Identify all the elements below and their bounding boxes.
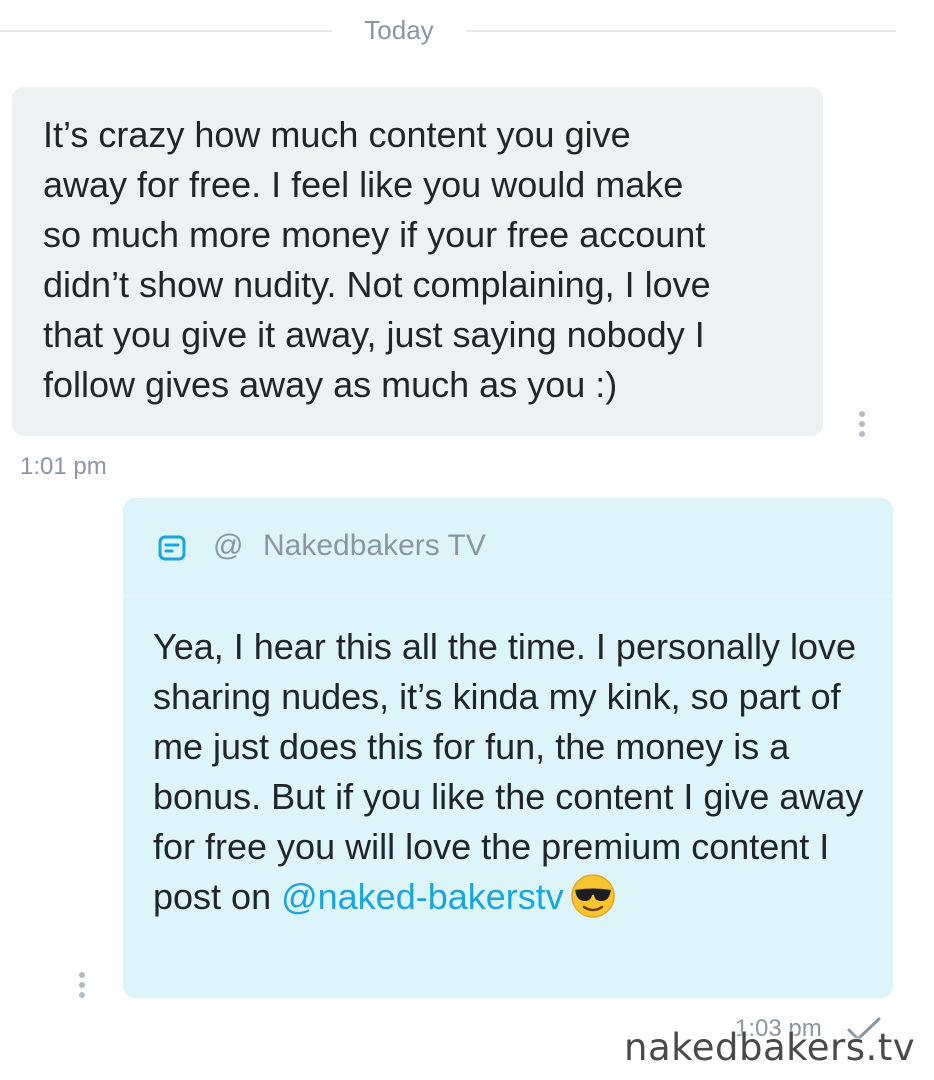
divider-line-right [466, 30, 896, 32]
quote-at-symbol: @ [213, 529, 244, 562]
date-divider-label: Today [364, 15, 434, 45]
date-divider: Today [0, 14, 896, 46]
incoming-message-time: 1:01 pm [20, 453, 107, 480]
sunglasses-emoji-icon [571, 874, 615, 918]
mention-link[interactable]: @naked-bakerstv [281, 876, 564, 917]
incoming-message-text: It’s crazy how much content you give awa… [43, 114, 711, 405]
outgoing-message-body: Yea, I hear this all the time. I persona… [153, 626, 864, 917]
quoted-message-header[interactable]: @ Nakedbakers TV [123, 498, 893, 597]
outgoing-message-text: Yea, I hear this all the time. I persona… [153, 622, 878, 922]
divider-line-left [0, 30, 332, 32]
watermark: nakedbakers.tv [624, 1026, 916, 1069]
note-icon [158, 535, 186, 561]
quote-author-name: Nakedbakers TV [263, 529, 486, 562]
more-vertical-icon[interactable] [79, 972, 85, 1002]
more-vertical-icon[interactable] [859, 411, 865, 441]
